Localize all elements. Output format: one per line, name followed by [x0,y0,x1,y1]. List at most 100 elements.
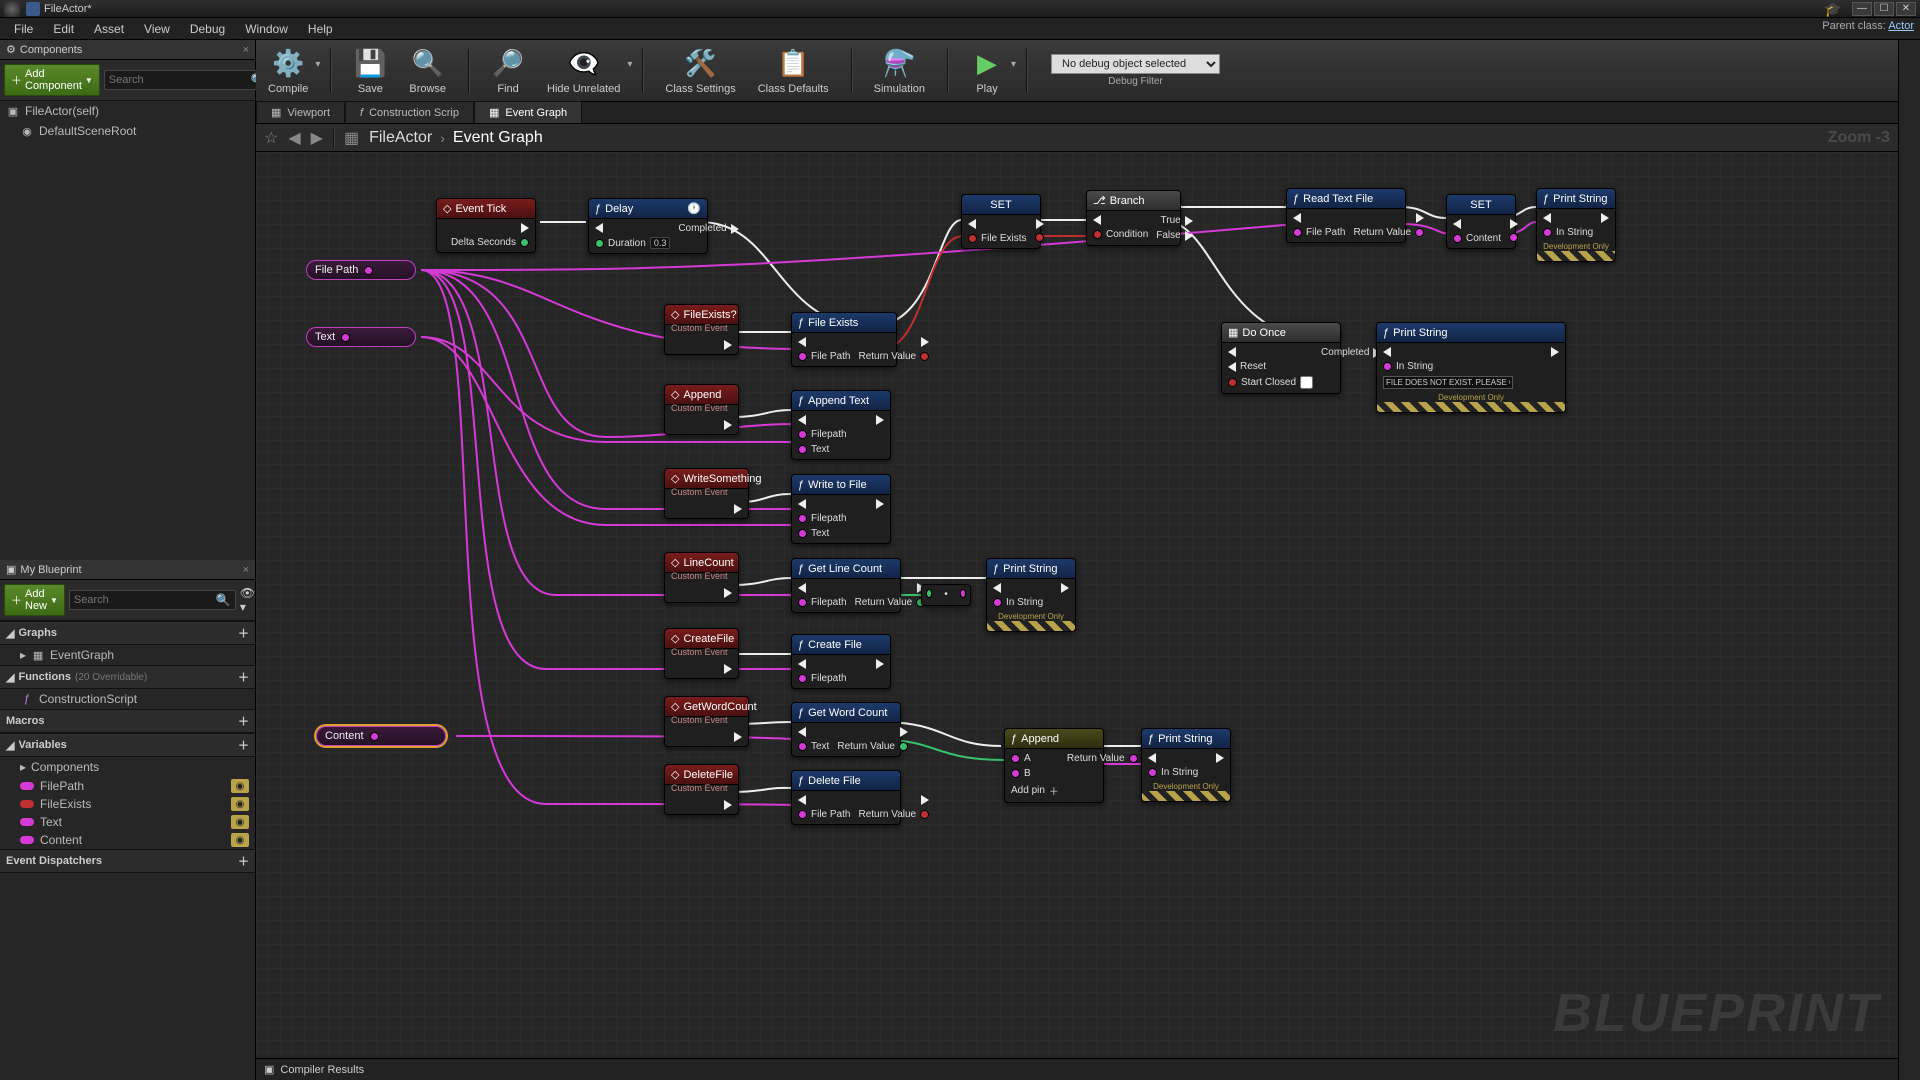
debug-object-select[interactable]: No debug object selected [1051,54,1220,74]
node-append-text[interactable]: ƒAppend TextFilepathText [791,390,891,460]
functions-section[interactable]: ◢ Functions(20 Overridable)＋ [0,665,255,689]
add-variable-button[interactable]: ＋ [238,737,249,753]
eye-icon[interactable]: ◉ [231,779,249,793]
tab-construction[interactable]: fConstruction Scrip [345,101,474,123]
node-print-string-top[interactable]: ƒPrint String In String Development Only [1536,188,1616,262]
var-content-get[interactable]: Content [316,726,446,746]
node-file-exists[interactable]: ƒFile ExistsFile PathReturn Value [791,312,897,367]
node-deletefile-event[interactable]: ◇DeleteFileCustom Event [664,764,739,815]
node-delete-file[interactable]: ƒDelete FileFile PathReturn Value [791,770,901,825]
node-set-fileexists[interactable]: SET File Exists [961,194,1041,249]
node-print-string-word[interactable]: ƒPrint StringIn StringDevelopment Only [1141,728,1231,802]
components-search[interactable]: 🔍 [104,70,271,90]
simulation-button[interactable]: ⚗️Simulation [870,45,929,97]
node-fileexists-event[interactable]: ◇FileExists?Custom Event [664,304,739,355]
add-dispatcher-button[interactable]: ＋ [238,853,249,869]
node-createfile-event[interactable]: ◇CreateFileCustom Event [664,628,739,679]
node-append-string[interactable]: ƒAppendABAdd pin ＋Return Value [1004,728,1104,803]
add-pin-button[interactable]: Add pin ＋ [1011,783,1059,798]
node-event-tick[interactable]: ◇Event Tick Delta Seconds [436,198,536,253]
graph-canvas[interactable]: File Path Text Content ◇Event Tick Delta… [256,152,1898,1058]
hide-unrelated-button[interactable]: 👁️‍🗨️Hide Unrelated [543,45,624,97]
constructionscript-item[interactable]: ƒConstructionScript [0,689,255,709]
component-self[interactable]: ▣ FileActor(self) [0,101,255,121]
node-append-event[interactable]: ◇AppendCustom Event [664,384,739,435]
node-print-string-line[interactable]: ƒPrint StringIn StringDevelopment Only [986,558,1076,632]
eventgraph-item[interactable]: ▸▦EventGraph [0,645,255,665]
menu-asset[interactable]: Asset [84,19,134,39]
blueprint-search[interactable]: 🔍 [69,590,236,610]
maximize-button[interactable]: ☐ [1874,2,1894,16]
node-create-file[interactable]: ƒCreate FileFilepath [791,634,891,689]
nav-back-icon[interactable]: ◀ [288,128,300,148]
node-linecount-event[interactable]: ◇LineCountCustom Event [664,552,739,603]
graduation-cap-icon[interactable]: 🎓 [1824,2,1842,16]
find-button[interactable]: 🔎Find [487,45,529,97]
compile-button[interactable]: ⚙️Compile [264,45,312,97]
var-filepath-get[interactable]: File Path [306,260,416,280]
gear-icon: ⚙ [6,43,16,56]
menu-file[interactable]: File [4,19,43,39]
node-get-line-count[interactable]: ƒGet Line CountFilepathReturn Value [791,558,901,613]
node-getwordcount-event[interactable]: ◇GetWordCountCustom Event [664,696,749,747]
view-options-icon[interactable]: 👁▾ [240,586,255,614]
parent-class-link[interactable]: Actor [1888,20,1914,32]
node-read-text-file[interactable]: ƒRead Text File File PathReturn Value [1286,188,1406,243]
minimize-button[interactable]: — [1852,2,1872,16]
breadcrumb[interactable]: FileActor›Event Graph [369,129,543,147]
node-print-string-error[interactable]: ƒPrint String In String Development Only [1376,322,1566,413]
node-write-to-file[interactable]: ƒWrite to FileFilepathText [791,474,891,544]
dispatchers-section[interactable]: Event Dispatchers＋ [0,849,255,873]
node-get-word-count[interactable]: ƒGet Word CountTextReturn Value [791,702,901,757]
right-dock[interactable] [1898,40,1920,1080]
eye-icon[interactable]: ◉ [231,833,249,847]
eye-icon[interactable]: ◉ [231,797,249,811]
menu-view[interactable]: View [134,19,180,39]
node-int-to-string[interactable]: • [921,584,971,606]
home-icon[interactable]: ▦ [344,128,359,148]
components-panel-tab[interactable]: ⚙ Components × [0,40,255,60]
class-settings-button[interactable]: 🛠️Class Settings [661,45,739,97]
components-category[interactable]: ▸Components [0,757,255,777]
close-tab-icon[interactable]: × [243,564,249,576]
compiler-results-tab[interactable]: ▣Compiler Results [256,1058,1898,1080]
eye-icon[interactable]: ◉ [231,815,249,829]
browse-button[interactable]: 🔍Browse [405,45,450,97]
add-component-button[interactable]: ＋Add Component▼ [4,64,100,96]
start-closed-checkbox[interactable] [1300,376,1313,389]
var-content[interactable]: Content◉ [0,831,255,849]
node-delay[interactable]: ƒDelay🕐 Duration0.3 Completed [588,198,708,254]
var-filepath[interactable]: FilePath◉ [0,777,255,795]
hide-icon: 👁️‍🗨️ [567,47,601,81]
variables-section[interactable]: ◢ Variables＋ [0,733,255,757]
add-new-button[interactable]: ＋Add New▼ [4,584,65,616]
add-function-button[interactable]: ＋ [238,669,249,685]
my-blueprint-tab[interactable]: ▣ My Blueprint × [0,560,255,580]
menu-help[interactable]: Help [298,19,343,39]
node-do-once[interactable]: ▦Do Once ResetStart ClosedCompleted [1221,322,1341,394]
menu-window[interactable]: Window [235,19,298,39]
graphs-section[interactable]: ◢ Graphs＋ [0,621,255,645]
node-branch[interactable]: ⎇Branch ConditionTrueFalse [1086,190,1181,246]
node-writesomething-event[interactable]: ◇WriteSomethingCustom Event [664,468,749,519]
tab-viewport[interactable]: ▦Viewport [256,101,345,123]
menu-debug[interactable]: Debug [180,19,235,39]
add-graph-button[interactable]: ＋ [238,625,249,641]
favorite-icon[interactable]: ☆ [264,128,278,148]
menu-edit[interactable]: Edit [43,19,84,39]
play-button[interactable]: ▶Play [966,45,1008,97]
save-button[interactable]: 💾Save [349,45,391,97]
close-button[interactable]: ✕ [1896,2,1916,16]
nav-forward-icon[interactable]: ▶ [311,128,323,148]
macros-section[interactable]: Macros＋ [0,709,255,733]
var-text-get[interactable]: Text [306,327,416,347]
var-fileexists[interactable]: FileExists◉ [0,795,255,813]
tab-event-graph[interactable]: ▦Event Graph [474,101,582,123]
var-text[interactable]: Text◉ [0,813,255,831]
node-set-content[interactable]: SET Content [1446,194,1516,249]
add-macro-button[interactable]: ＋ [238,713,249,729]
close-tab-icon[interactable]: × [243,44,249,56]
print-error-text[interactable] [1383,376,1513,389]
component-scene-root[interactable]: ◉ DefaultSceneRoot [0,121,255,141]
class-defaults-button[interactable]: 📋Class Defaults [754,45,833,97]
